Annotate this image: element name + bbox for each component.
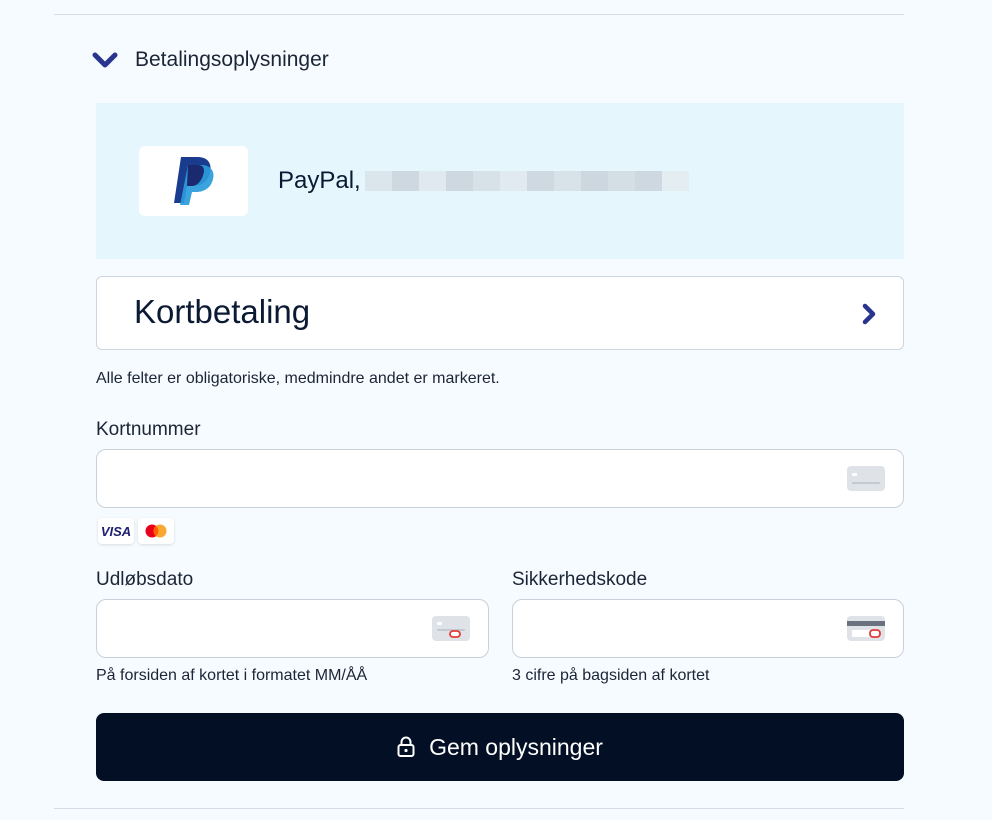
card-payment-label: Kortbetaling	[134, 293, 311, 330]
chevron-right-icon	[862, 303, 876, 325]
lock-icon	[397, 736, 415, 757]
section-header[interactable]: Betalingsoplysninger	[92, 44, 329, 76]
card-back-icon	[847, 616, 885, 641]
card-front-icon	[432, 616, 470, 641]
redacted-email	[364, 171, 689, 191]
expiry-hint: På forsiden af kortet i formatet MM/ÅÅ	[96, 667, 368, 684]
mastercard-logo	[138, 518, 174, 544]
save-details-button[interactable]: Gem oplysninger	[96, 713, 904, 781]
paypal-label-text: PayPal,	[278, 167, 361, 194]
paypal-logo	[139, 146, 248, 216]
chevron-down-icon	[92, 52, 118, 68]
top-divider	[54, 14, 904, 15]
visa-logo-text: VISA	[100, 523, 132, 539]
expiry-input[interactable]	[96, 599, 489, 658]
paypal-saved-method[interactable]: PayPal,	[96, 103, 904, 259]
paypal-logo-icon	[173, 157, 214, 205]
card-payment-option[interactable]: Kortbetaling	[96, 276, 904, 350]
mastercard-icon	[145, 524, 167, 538]
cvc-hint: 3 cifre på bagsiden af kortet	[512, 667, 710, 684]
card-icon	[847, 466, 885, 491]
save-button-label: Gem oplysninger	[429, 733, 603, 760]
expiry-label: Udløbsdato	[96, 569, 194, 590]
cvc-label: Sikkerhedskode	[512, 569, 648, 590]
paypal-account-label: PayPal,	[278, 167, 689, 195]
visa-logo: VISA	[98, 518, 134, 544]
bottom-divider	[54, 808, 904, 809]
cvc-input[interactable]	[512, 599, 904, 658]
section-title: Betalingsoplysninger	[135, 48, 329, 71]
card-number-input[interactable]	[96, 449, 904, 508]
card-number-label: Kortnummer	[96, 419, 201, 440]
required-fields-note: Alle felter er obligatoriske, medmindre …	[96, 370, 500, 387]
